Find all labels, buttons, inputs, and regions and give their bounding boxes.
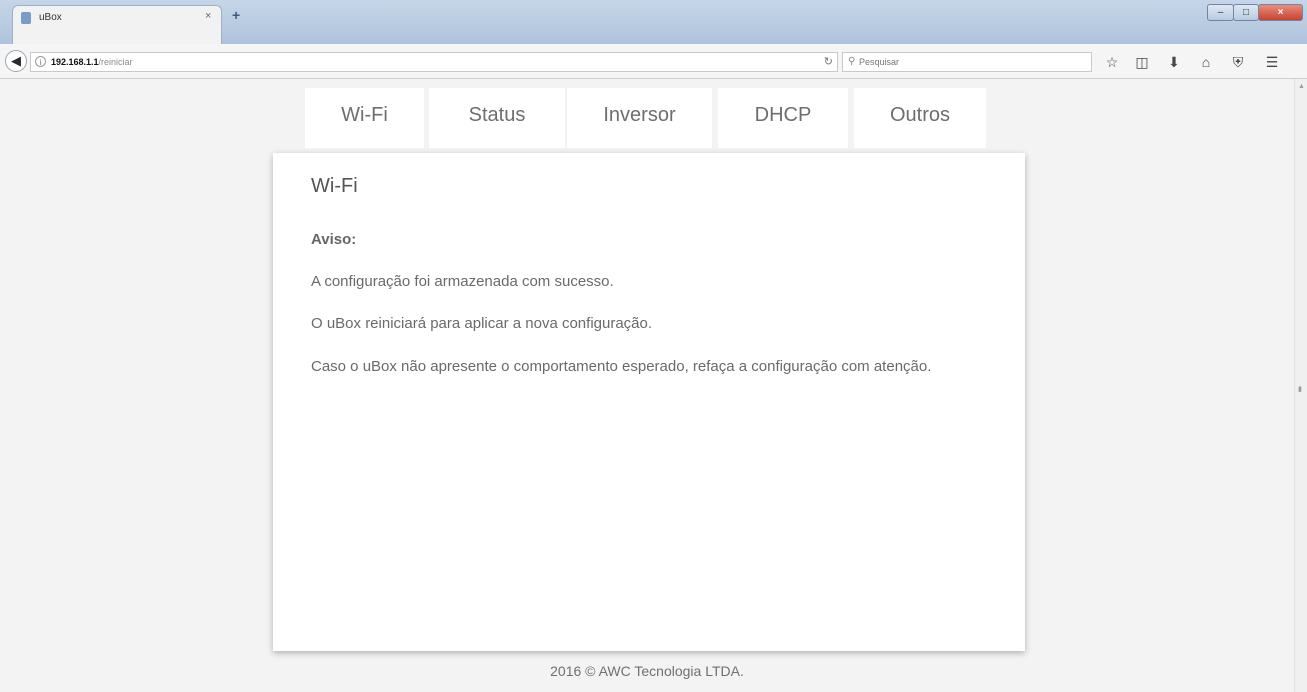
bookmark-star-icon[interactable]: ☆ — [1102, 52, 1122, 72]
tab-status[interactable]: Status — [429, 88, 565, 148]
maximize-icon[interactable]: □ — [1233, 4, 1259, 21]
new-tab-icon[interactable]: + — [232, 7, 240, 23]
tab-inversor[interactable]: Inversor — [567, 88, 712, 148]
url-path: /reiniciar — [98, 57, 133, 67]
content-card: Wi-Fi Aviso: A configuração foi armazena… — [273, 153, 1025, 651]
search-icon: ⚲ — [848, 56, 856, 67]
scroll-thumb[interactable]: ▮ — [1298, 385, 1302, 393]
reload-icon[interactable]: ↻ — [824, 55, 833, 68]
search-bar[interactable]: ⚲ — [842, 52, 1092, 72]
close-window-icon[interactable]: × — [1258, 4, 1303, 21]
minimize-icon[interactable]: – — [1207, 4, 1234, 21]
window-controls: – □ × — [1207, 4, 1303, 22]
browser-navbar: ◀ i 192.168.1.1/reiniciar ↻ ⚲ ☆ ◫ ⬇ ⌂ ⛨ … — [0, 44, 1307, 79]
url-host: 192.168.1.1 — [51, 57, 99, 67]
back-arrow-icon[interactable]: ◀ — [5, 50, 27, 72]
clipboard-icon[interactable]: ◫ — [1132, 52, 1152, 72]
download-arrow-icon[interactable]: ⬇ — [1164, 52, 1184, 72]
tab-wifi[interactable]: Wi-Fi — [305, 88, 424, 148]
menu-hamburger-icon[interactable]: ☰ — [1262, 52, 1282, 72]
page-favicon-icon — [21, 12, 31, 24]
tab-title: uBox — [39, 12, 62, 23]
info-icon[interactable]: i — [35, 56, 46, 67]
url-text[interactable]: 192.168.1.1/reiniciar — [51, 57, 133, 67]
page-title: Wi-Fi — [311, 175, 358, 197]
url-bar[interactable]: i 192.168.1.1/reiniciar ↻ — [30, 52, 838, 72]
page-scrollbar[interactable]: ▲ ▮ — [1294, 79, 1307, 692]
fallback-message: Caso o uBox não apresente o comportament… — [311, 358, 932, 375]
browser-titlebar: uBox × + – □ × — [0, 0, 1307, 44]
footer-copyright: 2016 © AWC Tecnologia LTDA. — [550, 663, 744, 679]
reboot-message: O uBox reiniciará para aplicar a nova co… — [311, 315, 653, 332]
pocket-icon[interactable]: ⛨ — [1228, 52, 1248, 72]
scroll-up-icon[interactable]: ▲ — [1298, 83, 1305, 90]
tab-close-icon[interactable]: × — [205, 10, 211, 22]
search-input[interactable] — [859, 54, 1079, 70]
success-message: A configuração foi armazenada com sucess… — [311, 273, 614, 290]
warning-label: Aviso: — [311, 231, 357, 248]
page-viewport: Wi-Fi Status Inversor DHCP Outros Wi-Fi … — [0, 79, 1294, 692]
tab-dhcp[interactable]: DHCP — [718, 88, 848, 148]
tab-outros[interactable]: Outros — [854, 88, 986, 148]
browser-tab[interactable]: uBox × — [12, 5, 222, 44]
home-icon[interactable]: ⌂ — [1196, 52, 1216, 72]
